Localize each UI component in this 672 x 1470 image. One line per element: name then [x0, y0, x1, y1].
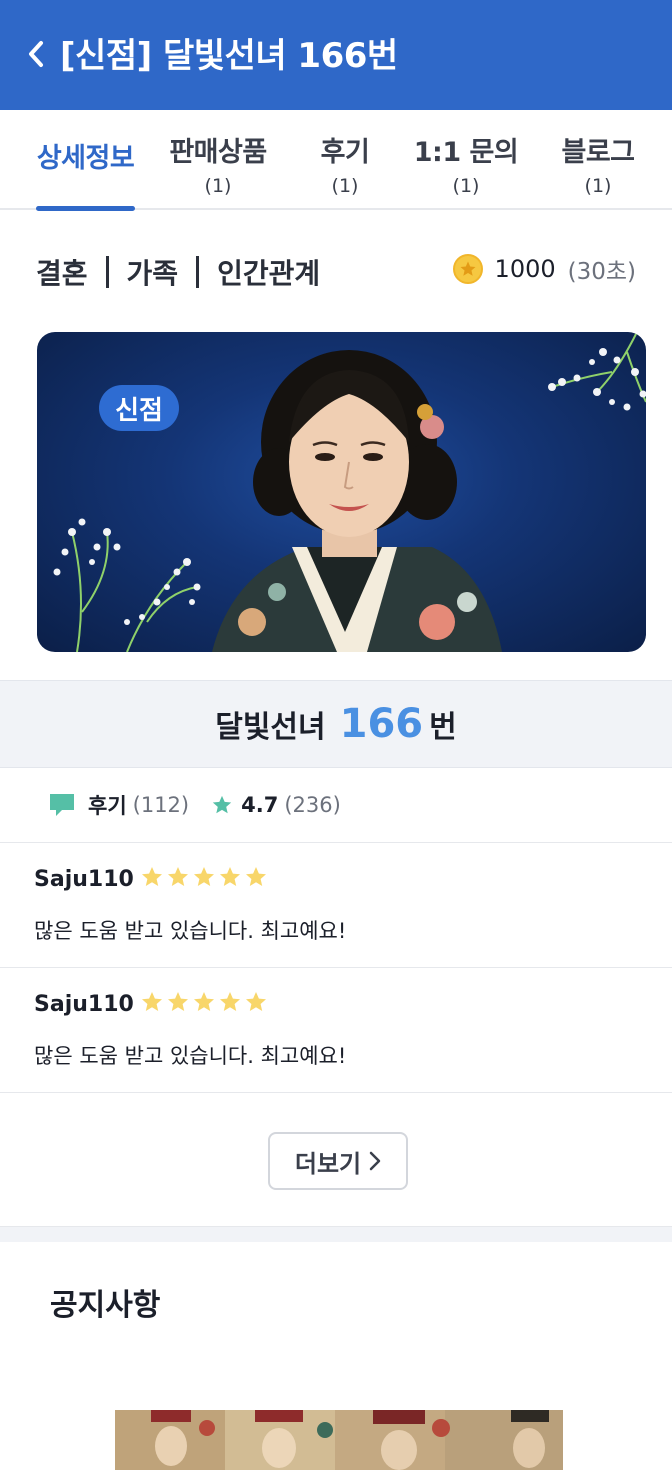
review-item[interactable]: Saju110 많은 도움 받고 있습니다. 최고예요!: [0, 843, 672, 968]
counselor-number-suffix: 번: [429, 710, 457, 745]
star-icon: [246, 867, 266, 886]
price-duration: (30초): [567, 259, 636, 285]
review-author: Saju110: [34, 992, 134, 1017]
category-list: 결혼 가족 인간관계: [36, 252, 320, 292]
page-title: [신점] 달빛선녀 166번: [60, 36, 398, 76]
counselor-name: 달빛선녀: [215, 710, 326, 745]
tab-detail[interactable]: 상세정보: [28, 130, 143, 175]
notice-painting-illustration: [115, 1410, 563, 1470]
counselor-name-bar: 달빛선녀 166 번: [0, 680, 672, 768]
back-button[interactable]: [22, 36, 50, 72]
counselor-banner: 신점: [37, 332, 646, 652]
rating-count: (236): [284, 793, 341, 817]
review-stats: 후기 (112) 4.7 (236): [0, 768, 672, 843]
active-tab-indicator: [36, 206, 135, 211]
price-info: 1000 (30초): [452, 252, 636, 286]
category-family: 가족: [126, 257, 179, 290]
tab-label: 후기: [320, 137, 370, 168]
app-header: [신점] 달빛선녀 166번: [0, 0, 672, 110]
tab-label: 블로그: [561, 137, 635, 168]
more-reviews-button[interactable]: 더보기: [268, 1132, 408, 1190]
star-icon: [168, 867, 188, 886]
tab-inquiry[interactable]: 1:1 문의 (1): [408, 130, 524, 197]
tab-count: (1): [204, 175, 232, 197]
tab-blog[interactable]: 블로그 (1): [548, 130, 648, 197]
tab-count: (1): [584, 175, 612, 197]
chevron-right-icon: [369, 1151, 381, 1171]
star-icon: [142, 992, 162, 1011]
review-stars: [140, 865, 268, 889]
review-author: Saju110: [34, 867, 134, 892]
star-icon: [168, 992, 188, 1011]
more-button-label: 더보기: [294, 1149, 362, 1178]
review-item[interactable]: Saju110 많은 도움 받고 있습니다. 최고예요!: [0, 968, 672, 1093]
review-count: (112): [132, 793, 190, 817]
review-stars: [140, 990, 268, 1014]
tab-count: (1): [331, 175, 359, 197]
star-icon: [194, 992, 214, 1011]
section-divider: [0, 1226, 672, 1242]
tab-reviews[interactable]: 후기 (1): [300, 130, 390, 197]
rating-value: 4.7: [241, 793, 279, 817]
coin-star-icon: [452, 254, 483, 284]
counselor-portrait-illustration: [53, 332, 646, 652]
star-icon: [212, 795, 232, 814]
category-relationships: 인간관계: [217, 257, 321, 290]
price-coins: 1000: [494, 255, 556, 283]
tab-bar: 상세정보 판매상품 (1) 후기 (1) 1:1 문의 (1) 블로그 (1): [0, 110, 672, 211]
tab-count: (1): [452, 175, 480, 197]
tab-products[interactable]: 판매상품 (1): [160, 130, 276, 197]
star-icon: [142, 867, 162, 886]
star-icon: [220, 867, 240, 886]
tab-label: 1:1 문의: [413, 137, 519, 168]
review-text: 많은 도움 받고 있습니다. 최고예요!: [34, 919, 347, 943]
new-shop-badge: 신점: [99, 385, 179, 431]
category-divider: [196, 256, 200, 288]
category-marriage: 결혼: [36, 257, 88, 290]
chevron-left-icon: [29, 41, 43, 67]
speech-bubble-icon: [50, 794, 74, 816]
review-text: 많은 도움 받고 있습니다. 최고예요!: [34, 1044, 347, 1068]
notice-title: 공지사항: [50, 1288, 161, 1323]
star-icon: [194, 867, 214, 886]
counselor-number: 166: [339, 701, 424, 747]
star-icon: [220, 992, 240, 1011]
tab-label: 상세정보: [36, 143, 135, 174]
tab-label: 판매상품: [169, 137, 267, 168]
notice-image[interactable]: [115, 1410, 563, 1470]
category-divider: [105, 256, 109, 288]
review-label: 후기: [88, 794, 127, 818]
star-icon: [246, 992, 266, 1011]
